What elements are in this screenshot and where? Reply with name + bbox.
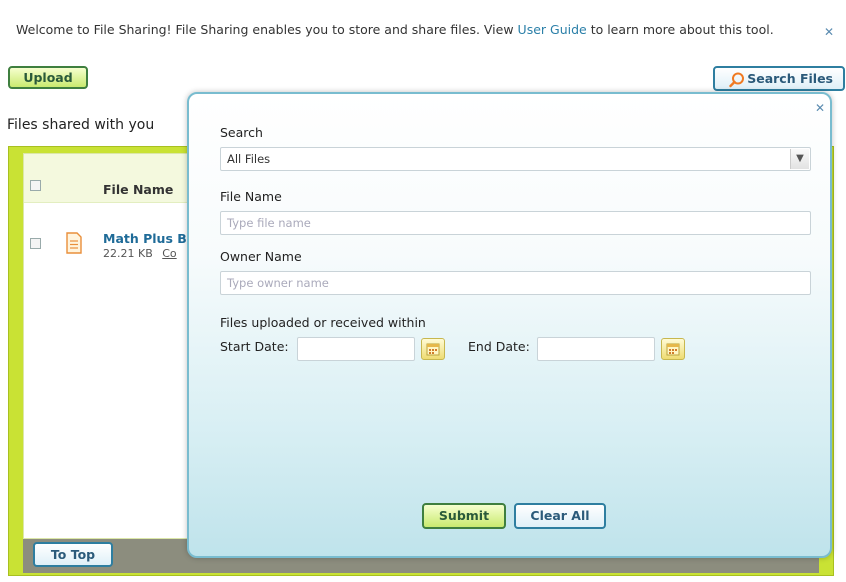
submit-button[interactable]: Submit <box>422 503 506 529</box>
user-guide-link[interactable]: User Guide <box>518 22 587 37</box>
owner-name-label: Owner Name <box>220 249 302 264</box>
document-icon <box>66 232 82 258</box>
file-name-link[interactable]: Math Plus Bl <box>103 231 191 246</box>
search-scope-select[interactable]: All Files ▼ <box>220 147 811 171</box>
file-action-link[interactable]: Co <box>162 247 176 260</box>
start-date-calendar-button[interactable] <box>421 338 445 360</box>
chevron-down-icon: ▼ <box>790 149 809 169</box>
search-label: Search <box>220 125 263 140</box>
search-scope-value: All Files <box>227 152 271 166</box>
file-name-placeholder: Type file name <box>227 216 311 230</box>
welcome-banner: Welcome to File Sharing! File Sharing en… <box>16 22 774 37</box>
upload-label: Upload <box>23 70 73 85</box>
to-top-button[interactable]: To Top <box>33 542 113 567</box>
clear-all-button[interactable]: Clear All <box>514 503 606 529</box>
submit-label: Submit <box>438 508 490 523</box>
column-header-file-name: File Name <box>103 182 174 197</box>
start-date-label: Start Date: <box>220 339 289 354</box>
select-all-checkbox[interactable] <box>30 180 41 191</box>
close-dialog-icon[interactable]: ✕ <box>813 101 827 115</box>
row-checkbox[interactable] <box>30 238 41 249</box>
date-range-label: Files uploaded or received within <box>220 315 426 330</box>
welcome-text-end: to learn more about this tool. <box>586 22 774 37</box>
welcome-text: Welcome to File Sharing! File Sharing en… <box>16 22 518 37</box>
upload-button[interactable]: Upload <box>8 66 88 89</box>
close-banner-icon[interactable]: ✕ <box>822 25 836 39</box>
owner-name-input[interactable]: Type owner name <box>220 271 811 295</box>
search-files-button[interactable]: Search Files <box>713 66 845 91</box>
owner-name-placeholder: Type owner name <box>227 276 329 290</box>
end-date-calendar-button[interactable] <box>661 338 685 360</box>
file-name-label: File Name <box>220 189 282 204</box>
end-date-input[interactable] <box>537 337 655 361</box>
file-size: 22.21 KB <box>103 247 153 260</box>
search-icon <box>729 72 745 94</box>
section-title: Files shared with you <box>7 117 155 133</box>
clear-all-label: Clear All <box>530 508 590 523</box>
search-files-label: Search Files <box>747 71 833 86</box>
search-files-dialog: ✕ Search All Files ▼ File Name Type file… <box>187 92 832 558</box>
end-date-label: End Date: <box>468 339 530 354</box>
file-name-input[interactable]: Type file name <box>220 211 811 235</box>
to-top-label: To Top <box>50 547 96 562</box>
start-date-input[interactable] <box>297 337 415 361</box>
